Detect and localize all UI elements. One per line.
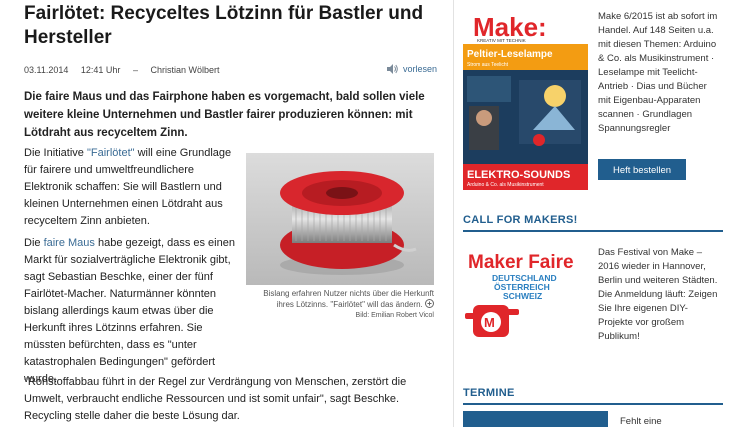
make-magazine-cover[interactable]: Make: KREATIV MIT TECHNIK Peltier-Lesela… (463, 10, 588, 190)
fairloetet-link[interactable]: "Fairlötet" (87, 147, 135, 159)
order-issue-button[interactable]: Heft bestellen (598, 159, 686, 180)
sidebar: Make: KREATIV MIT TECHNIK Peltier-Lesela… (463, 0, 723, 427)
figure-caption: Bislang erfahren Nutzer nichts über die … (246, 289, 434, 310)
speaker-icon (387, 64, 398, 74)
svg-text:M: M (484, 315, 495, 330)
cover-headline-1: Peltier-Leselampe (467, 49, 553, 60)
p2-text-end: habe gezeigt, dass es einen Markt für so… (24, 237, 235, 385)
termine-date-block (463, 411, 608, 427)
article-time: 12:41 Uhr (80, 65, 121, 75)
p2-text-start: Die (24, 237, 44, 249)
make-cover-image: Make: KREATIV MIT TECHNIK Peltier-Lesela… (463, 10, 588, 190)
paragraph-2: Die faire Maus habe gezeigt, dass es ein… (24, 235, 236, 388)
cover-sub-1: Strom aus Teelicht (467, 62, 509, 68)
faire-maus-link[interactable]: faire Maus (44, 237, 95, 249)
mf-title: Maker Faire (468, 252, 574, 273)
article-meta: 03.11.2014 12:41 Uhr – Christian Wölbert… (24, 63, 447, 77)
p1-text-start: Die Initiative (24, 147, 87, 159)
termine-item[interactable]: Fehlt eine (463, 411, 723, 427)
cover-headline-2: ELEKTRO-SOUNDS (467, 169, 570, 181)
section-rule-termine (463, 403, 723, 405)
column-divider (453, 0, 454, 427)
p1-text-end: will eine Grundlage für fairere und umwe… (24, 147, 232, 227)
article-figure: Bislang erfahren Nutzer nichts über die … (246, 153, 434, 319)
section-rule (463, 230, 723, 232)
make-issue-promo: Make 6/2015 ist ab sofort im Handel. Auf… (598, 11, 718, 134)
zoom-icon[interactable] (425, 299, 434, 308)
termine-heading: TERMINE (463, 387, 515, 399)
article-author: Christian Wölbert (150, 65, 220, 75)
cover-sub-2: Arduino & Co. als Musikinstrument (467, 182, 544, 188)
maker-faire-image: Maker Faire DEUTSCHLAND ÖSTERREICH SCHWE… (463, 247, 588, 337)
article-date: 03.11.2014 (24, 65, 69, 75)
photo-credit: Bild: Emilian Robert Vicol (355, 312, 434, 319)
article-lead: Die faire Maus und das Fairphone haben e… (24, 91, 425, 139)
solder-spool-image (246, 153, 434, 285)
caption-text: Bislang erfahren Nutzer nichts über die … (263, 289, 434, 309)
paragraph-1: Die Initiative "Fairlötet" will eine Gru… (24, 145, 236, 230)
read-aloud-button[interactable]: vorlesen (386, 63, 447, 75)
mf-line-3: SCHWEIZ (503, 291, 542, 301)
maker-faire-logo[interactable]: Maker Faire DEUTSCHLAND ÖSTERREICH SCHWE… (463, 247, 588, 337)
page: Fairlötet: Recyceltes Lötzinn für Bastle… (0, 0, 733, 427)
maker-faire-text: Das Festival von Make – 2016 wieder in H… (598, 247, 718, 342)
read-aloud-label: vorlesen (403, 64, 438, 74)
paragraph-3: "Rohstoffabbau führt in der Regel zur Ve… (24, 376, 407, 422)
meta-separator: – (132, 65, 138, 75)
cover-tagline: KREATIV MIT TECHNIK (477, 38, 526, 43)
call-for-makers-heading: CALL FOR MAKERS! (463, 214, 578, 226)
article-title: Fairlötet: Recyceltes Lötzinn für Bastle… (24, 3, 424, 48)
solder-spool-photo[interactable] (246, 153, 434, 285)
termine-item-text: Fehlt eine (620, 416, 662, 427)
